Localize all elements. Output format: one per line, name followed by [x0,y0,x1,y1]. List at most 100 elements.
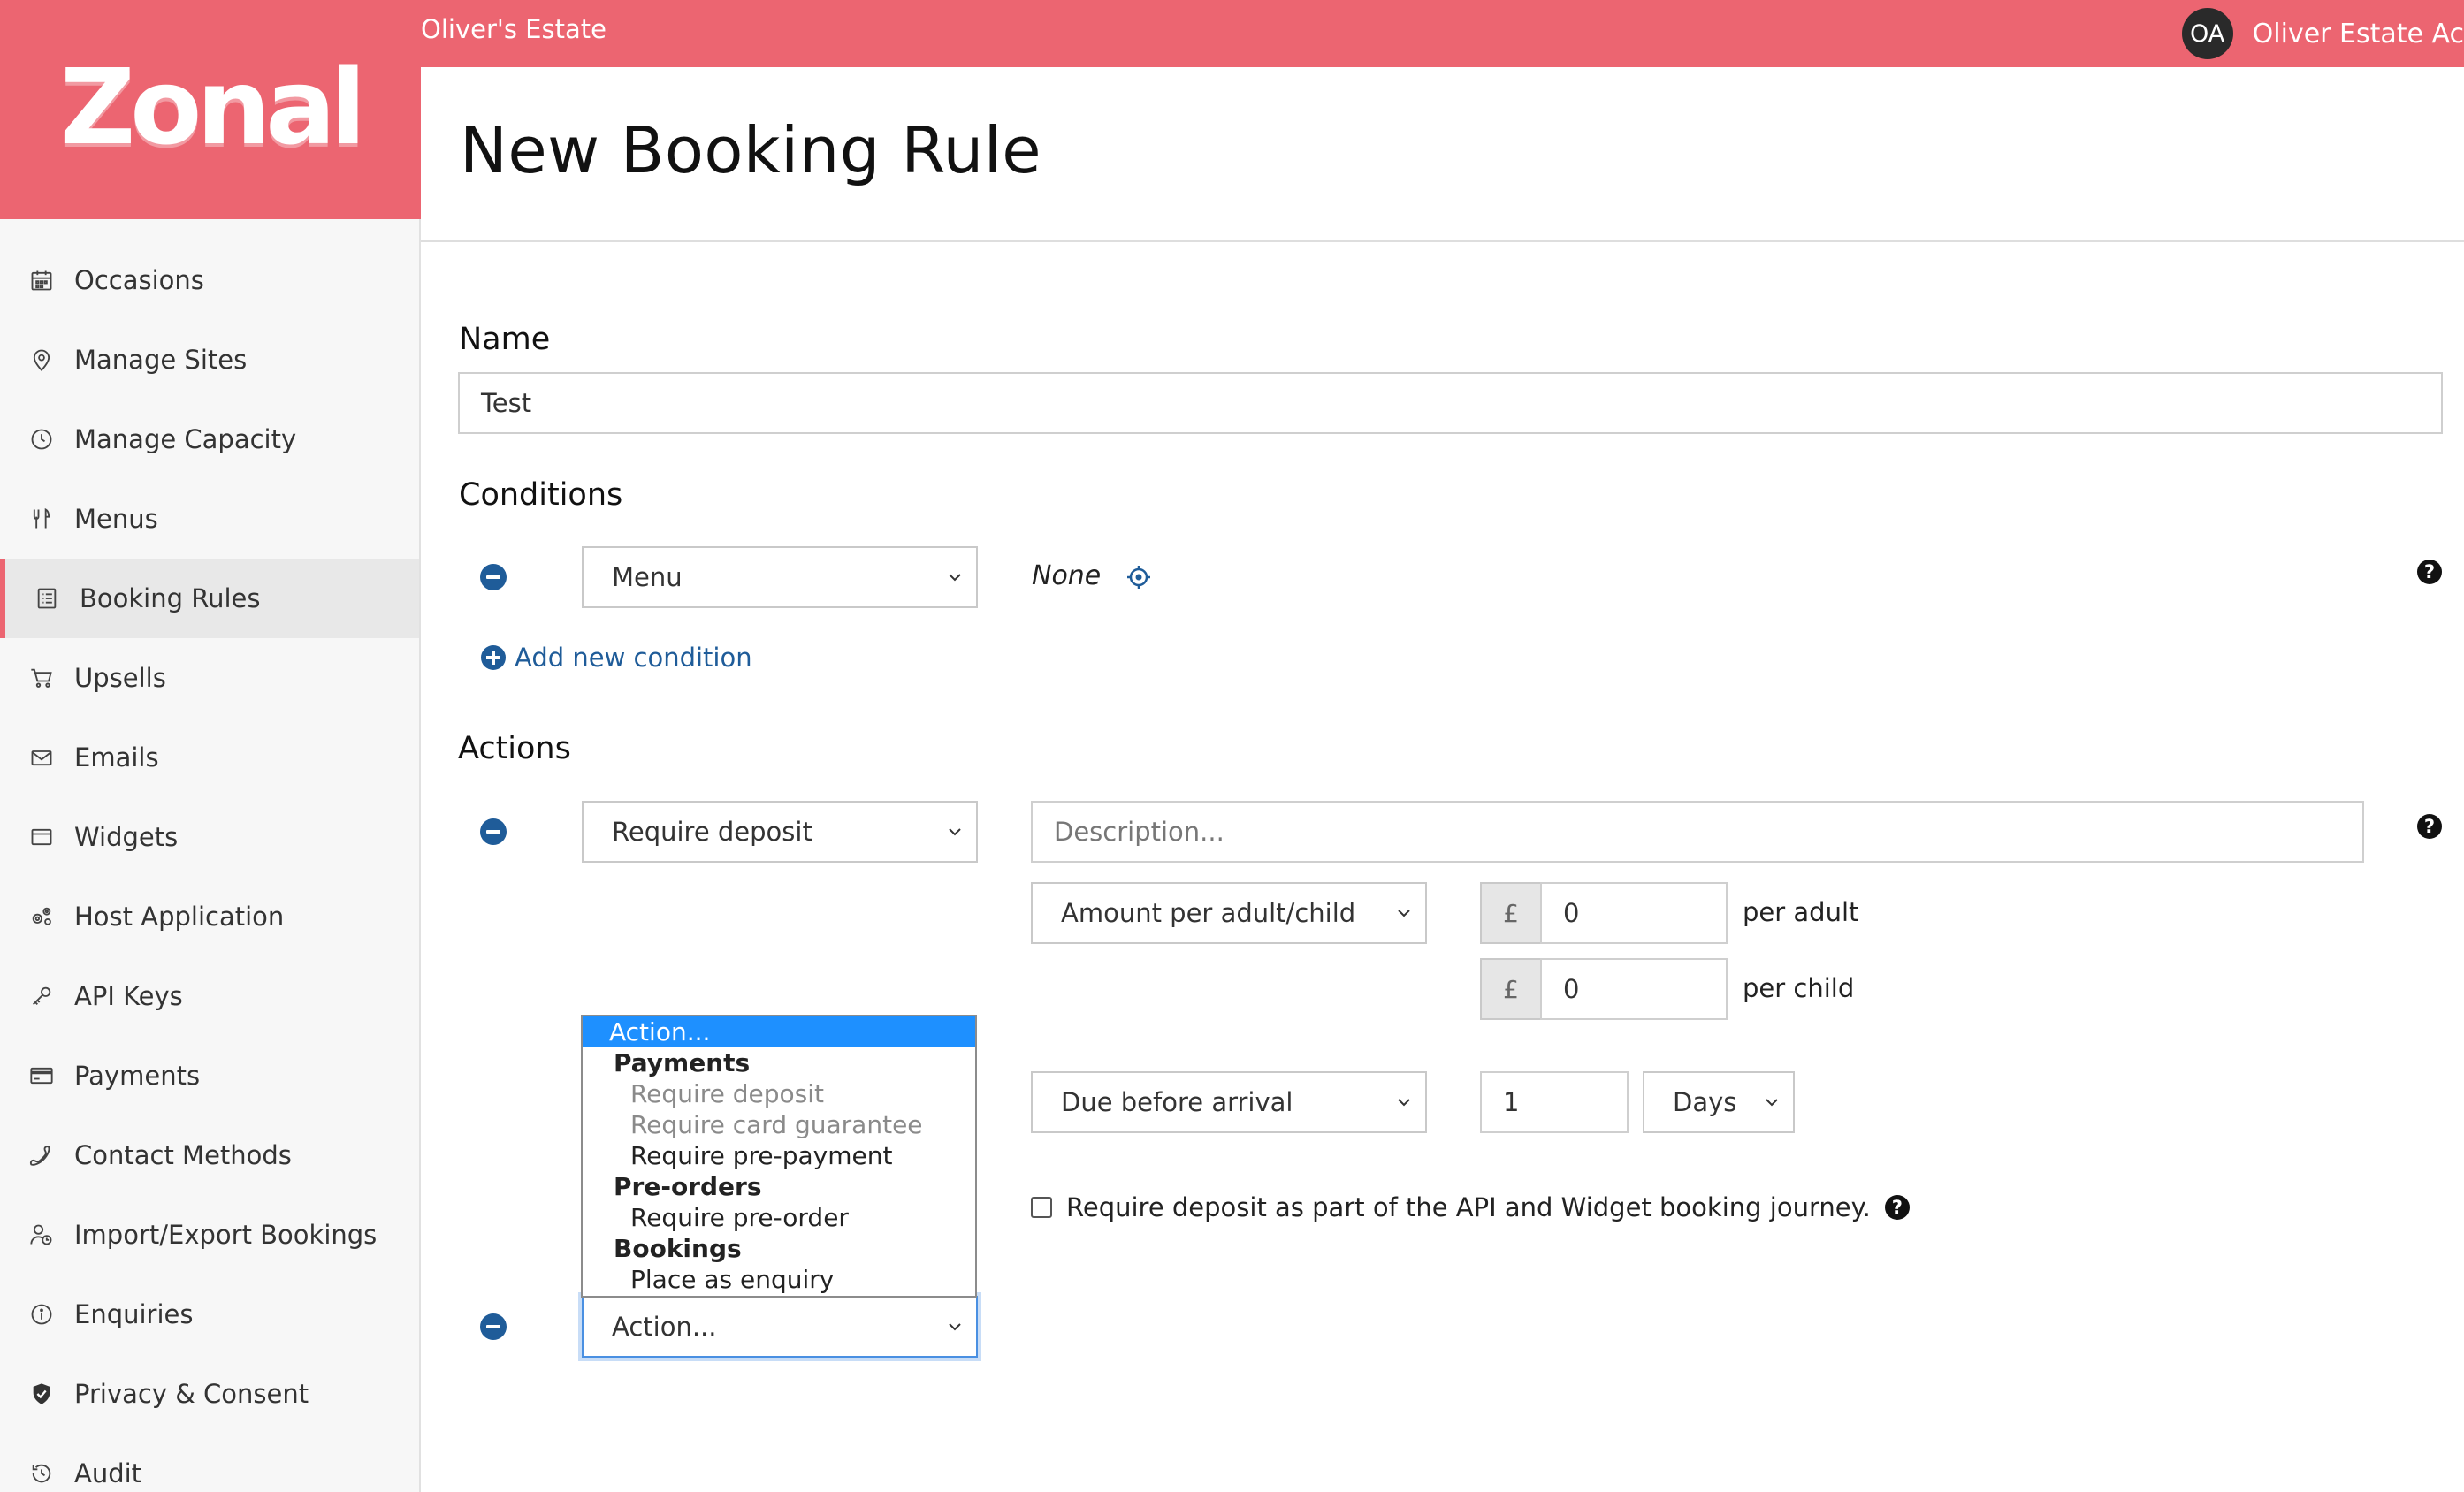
sidebar-item-contact-methods[interactable]: Contact Methods [0,1115,419,1195]
name-label: Name [459,322,551,357]
sidebar-item-upsells[interactable]: Upsells [0,638,419,718]
sidebar-item-label: Upsells [74,663,166,693]
estate-name[interactable]: Oliver's Estate [421,14,606,44]
dropdown-group-pre-orders: Pre-orders [614,1172,762,1201]
new-action-type-value: Action... [612,1312,717,1342]
api-deposit-label: Require deposit as part of the API and W… [1066,1192,1871,1222]
due-unit-select[interactable]: Days [1643,1071,1795,1133]
zonal-logo[interactable]: Zonal [60,46,367,168]
action-dropdown-list[interactable]: Action... Payments Require deposit Requi… [581,1015,977,1298]
description-input[interactable]: Description... [1031,801,2364,863]
amount-type-select[interactable]: Amount per adult/child [1031,882,1427,944]
dropdown-option-require-pre-payment[interactable]: Require pre-payment [583,1140,975,1171]
name-input[interactable]: Test [458,372,2443,434]
action-help-icon[interactable]: ? [2417,814,2442,839]
sidebar-item-menus[interactable]: Menus [0,479,419,559]
clock-icon [28,426,55,453]
dropdown-group-payments: Payments [614,1048,751,1077]
dropdown-option-require-deposit: Require deposit [630,1079,824,1108]
gears-icon [28,903,55,930]
map-pin-icon [28,346,55,373]
history-icon [28,1460,55,1487]
credit-card-icon [28,1062,55,1089]
sidebar-item-label: Audit [74,1458,142,1488]
window-icon [28,824,55,850]
due-type-value: Due before arrival [1061,1087,1293,1117]
calendar-icon [28,267,55,293]
dropdown-group-bookings: Bookings [614,1234,742,1263]
sidebar-item-label: Privacy & Consent [74,1379,309,1409]
sidebar-item-payments[interactable]: Payments [0,1036,419,1115]
sidebar-item-label: Occasions [74,265,204,295]
sidebar-item-label: Contact Methods [74,1140,292,1170]
chevron-down-icon [949,1323,961,1331]
sidebar-item-emails[interactable]: Emails [0,718,419,797]
condition-help-icon[interactable]: ? [2417,560,2442,584]
dropdown-option-action[interactable]: Action... [583,1016,975,1047]
user-clock-icon [28,1222,55,1248]
sidebar-item-label: Menus [74,504,158,534]
sidebar-item-label: Enquiries [74,1299,194,1329]
sidebar-item-api-keys[interactable]: API Keys [0,956,419,1036]
condition-value: None [1032,560,1102,591]
phone-icon [28,1142,55,1168]
sidebar-item-label: Host Application [74,902,285,932]
crosshair-icon[interactable] [1125,564,1152,590]
sidebar-item-label: Booking Rules [80,583,261,613]
sidebar: Occasions Manage Sites Manage Capacity M… [0,219,421,1492]
sidebar-item-import-export-bookings[interactable]: Import/Export Bookings [0,1195,419,1275]
sidebar-item-label: API Keys [74,981,183,1011]
condition-type-select[interactable]: Menu [582,546,978,608]
sidebar-item-label: Emails [74,742,159,773]
currency-addon: £ [1480,958,1542,1020]
chevron-down-icon [1398,1099,1410,1107]
key-icon [28,983,55,1009]
remove-action-button[interactable] [480,1313,507,1340]
amount-type-value: Amount per adult/child [1061,898,1356,928]
new-action-type-select[interactable]: Action... [582,1296,978,1358]
chevron-down-icon [1398,910,1410,917]
action-type-select[interactable]: Require deposit [582,801,978,863]
remove-action-button[interactable] [480,818,507,845]
envelope-icon [28,744,55,771]
child-amount-input[interactable]: 0 [1540,958,1728,1020]
sidebar-item-host-application[interactable]: Host Application [0,877,419,956]
adult-amount-input[interactable]: 0 [1540,882,1728,944]
user-menu[interactable]: OA Oliver Estate Ac [2181,7,2464,60]
api-deposit-checkbox[interactable] [1031,1197,1052,1218]
sidebar-item-label: Widgets [74,822,179,852]
avatar[interactable]: OA [2181,8,2233,59]
sidebar-item-widgets[interactable]: Widgets [0,797,419,877]
dropdown-option-require-pre-order[interactable]: Require pre-order [583,1202,975,1233]
sidebar-item-occasions[interactable]: Occasions [0,240,419,320]
due-type-select[interactable]: Due before arrival [1031,1071,1427,1133]
action-type-value: Require deposit [612,817,812,847]
cutlery-icon [28,506,55,532]
chevron-down-icon [949,828,961,836]
api-deposit-help-icon[interactable]: ? [1884,1195,1910,1220]
plus-circle-icon [481,645,506,670]
remove-condition-button[interactable] [480,564,507,590]
actions-label: Actions [458,731,571,766]
sidebar-item-enquiries[interactable]: Enquiries [0,1275,419,1354]
child-unit-label: per child [1743,973,1855,1003]
sidebar-item-audit[interactable]: Audit [0,1434,419,1492]
sidebar-item-label: Manage Capacity [74,424,297,454]
dropdown-option-place-as-enquiry[interactable]: Place as enquiry [583,1264,975,1295]
user-name[interactable]: Oliver Estate Ac [2253,19,2464,49]
sidebar-item-privacy-consent[interactable]: Privacy & Consent [0,1354,419,1434]
sidebar-item-label: Payments [74,1061,201,1091]
add-condition-link[interactable]: Add new condition [481,643,752,673]
due-value-input[interactable]: 1 [1480,1071,1629,1133]
conditions-label: Conditions [459,477,623,513]
add-condition-label: Add new condition [515,643,752,673]
sidebar-item-manage-capacity[interactable]: Manage Capacity [0,400,419,479]
page-title: New Booking Rule [460,113,1042,187]
due-unit-value: Days [1673,1087,1737,1117]
sidebar-item-manage-sites[interactable]: Manage Sites [0,320,419,400]
chevron-down-icon [1766,1099,1778,1107]
sidebar-item-booking-rules[interactable]: Booking Rules [0,559,419,638]
sidebar-item-label: Manage Sites [74,345,248,375]
api-deposit-row: Require deposit as part of the API and W… [1031,1192,1910,1222]
currency-addon: £ [1480,882,1542,944]
